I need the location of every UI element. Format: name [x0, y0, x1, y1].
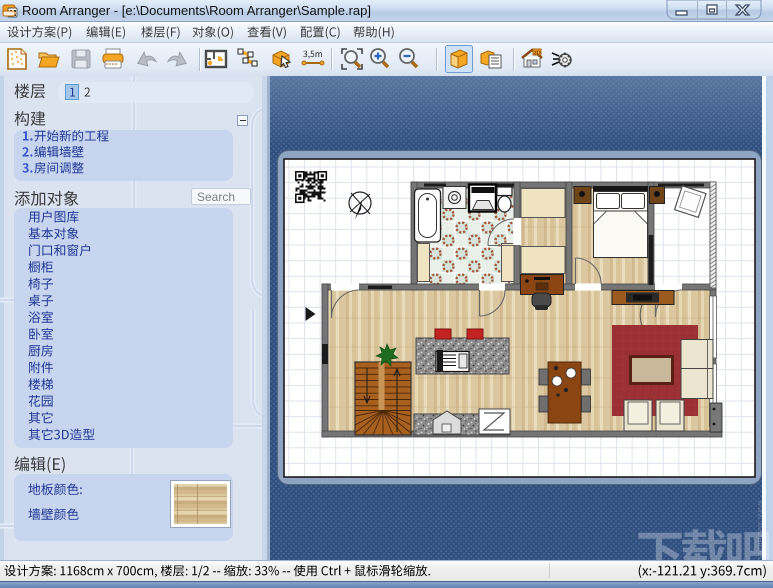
svg-text:3D: 3D [534, 50, 541, 56]
svg-text:www.xiazaiba.com: www.xiazaiba.com [756, 499, 766, 560]
svg-text:Search: Search [197, 190, 235, 204]
